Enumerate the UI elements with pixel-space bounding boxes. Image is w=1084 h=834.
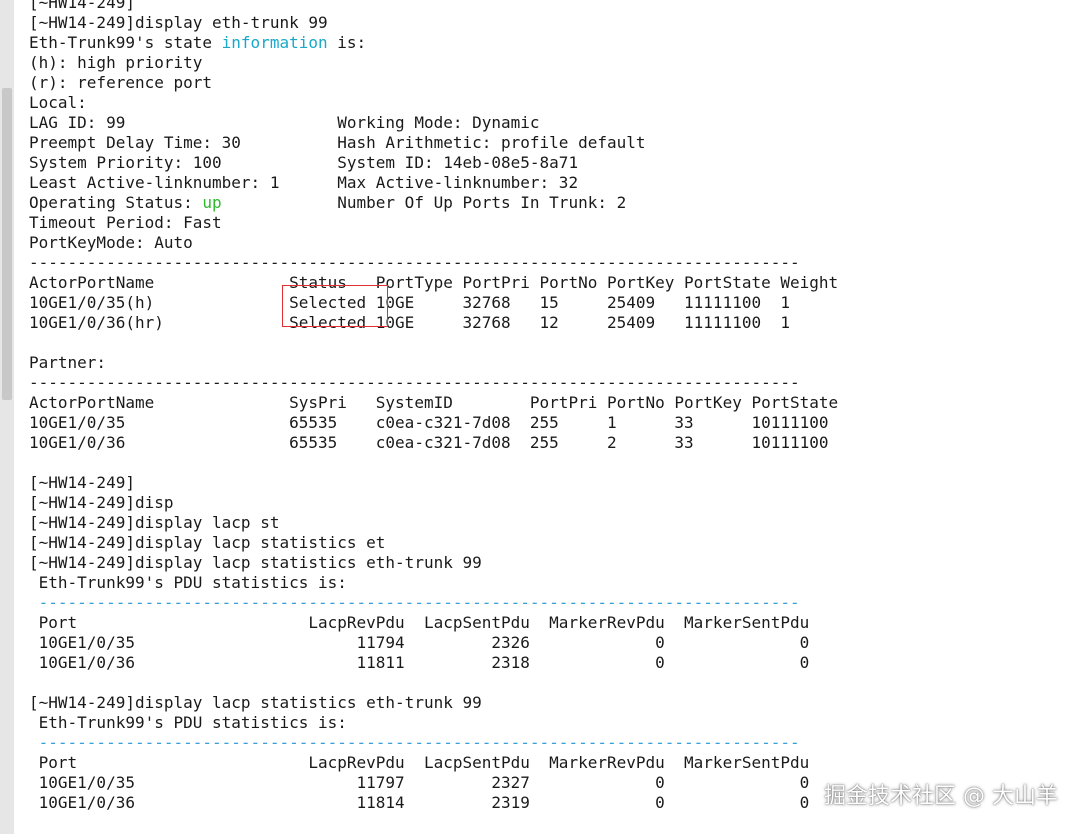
terminal-text: 10GE1/0/36 65535 c0ea-c321-7d08 255 2 33… [29,433,829,452]
terminal-segment: Operating Status: [29,193,203,212]
terminal-line: Timeout Period: Fast [29,213,838,233]
terminal-line: Least Active-linknumber: 1 Max Active-li… [29,173,838,193]
terminal-text: [~HW14-249]display eth-trunk 99 [29,13,328,32]
terminal-line: ----------------------------------------… [29,593,838,613]
terminal-line: 10GE1/0/36 11814 2319 0 0 [29,793,838,813]
terminal-line: Eth-Trunk99's state information is: [29,33,838,53]
terminal-text: 10GE1/0/36(hr) Selected 10GE 32768 12 25… [29,313,790,332]
terminal-line: Operating Status: up Number Of Up Ports … [29,193,838,213]
terminal-text: ----------------------------------------… [29,733,800,752]
terminal-line: Preempt Delay Time: 30 Hash Arithmetic: … [29,133,838,153]
terminal-line: Eth-Trunk99's PDU statistics is: [29,713,838,733]
terminal-line: 10GE1/0/36 65535 c0ea-c321-7d08 255 2 33… [29,433,838,453]
terminal-line: [~HW14-249]display eth-trunk 99 [29,13,838,33]
terminal-text: ActorPortName SysPri SystemID PortPri Po… [29,393,839,412]
terminal-text: Preempt Delay Time: 30 Hash Arithmetic: … [29,133,646,152]
terminal-text: [~HW14-249] [29,0,135,12]
terminal-text: ----------------------------------------… [29,593,800,612]
terminal-line: LAG ID: 99 Working Mode: Dynamic [29,113,838,133]
terminal-text: LAG ID: 99 Working Mode: Dynamic [29,113,540,132]
terminal-text: 10GE1/0/35 65535 c0ea-c321-7d08 255 1 33… [29,413,829,432]
terminal-line: 10GE1/0/35 11797 2327 0 0 [29,773,838,793]
terminal-text: Local: [29,93,87,112]
terminal-text: [~HW14-249]display lacp statistics eth-t… [29,693,482,712]
terminal-text: 10GE1/0/35 11794 2326 0 0 [29,633,810,652]
terminal-line: ----------------------------------------… [29,253,838,273]
terminal-text: (h): high priority [29,53,203,72]
terminal-line: [~HW14-249]display lacp statistics eth-t… [29,553,838,573]
terminal-line: 10GE1/0/36(hr) Selected 10GE 32768 12 25… [29,313,838,333]
terminal-line: (r): reference port [29,73,838,93]
terminal-text: 10GE1/0/36 11811 2318 0 0 [29,653,810,672]
terminal-text: Timeout Period: Fast [29,213,222,232]
terminal-text: System Priority: 100 System ID: 14eb-08e… [29,153,579,172]
terminal-text: Partner: [29,353,107,372]
terminal-text: 10GE1/0/35(h) Selected 10GE 32768 15 254… [29,293,790,312]
terminal-line: [~HW14-249]display lacp st [29,513,838,533]
terminal-text: [~HW14-249] [29,473,135,492]
terminal-line: Port LacpRevPdu LacpSentPdu MarkerRevPdu… [29,613,838,633]
terminal-line: [~HW14-249]display lacp statistics et [29,533,838,553]
terminal-segment: Eth-Trunk99's state [29,33,222,52]
terminal-line: 10GE1/0/35 65535 c0ea-c321-7d08 255 1 33… [29,413,838,433]
terminal-text: ----------------------------------------… [29,253,800,272]
terminal-line: 10GE1/0/36 11811 2318 0 0 [29,653,838,673]
selected-status-highlight [282,285,388,327]
watermark: 掘金技术社区 @ 大山羊 [824,784,1058,809]
terminal-line: Port LacpRevPdu LacpSentPdu MarkerRevPdu… [29,753,838,773]
terminal-line: Local: [29,93,838,113]
scrollbar-thumb[interactable] [2,88,12,400]
terminal-line: ActorPortName SysPri SystemID PortPri Po… [29,393,838,413]
terminal-output[interactable]: [~HW14-249] [~HW14-249]display eth-trunk … [29,0,838,834]
terminal-line: PortKeyMode: Auto [29,233,838,253]
terminal-line: Eth-Trunk99's PDU statistics is: [29,573,838,593]
terminal-segment: information [221,33,328,52]
terminal-text: Eth-Trunk99's PDU statistics is: [29,713,347,732]
terminal-segment: up [202,193,222,212]
terminal-line: System Priority: 100 System ID: 14eb-08e… [29,153,838,173]
terminal-text: Port LacpRevPdu LacpSentPdu MarkerRevPdu… [29,753,810,772]
terminal-text: ActorPortName Status PortType PortPri Po… [29,273,839,292]
terminal-segment: Number Of Up Ports In Trunk: 2 [221,193,627,212]
terminal-segment: is: [327,33,367,52]
terminal-text: Eth-Trunk99's PDU statistics is: [29,573,347,592]
terminal-line: ----------------------------------------… [29,373,838,393]
terminal-text: Port LacpRevPdu LacpSentPdu MarkerRevPdu… [29,613,810,632]
terminal-text: 10GE1/0/35 11797 2327 0 0 [29,773,810,792]
terminal-text: [~HW14-249]display lacp statistics et [29,533,386,552]
terminal-text: ----------------------------------------… [29,373,800,392]
terminal-line: 10GE1/0/35 11794 2326 0 0 [29,633,838,653]
terminal-line: (h): high priority [29,53,838,73]
terminal-text: (r): reference port [29,73,213,92]
terminal-line: Partner: [29,353,838,373]
terminal-text: 10GE1/0/36 11814 2319 0 0 [29,793,810,812]
terminal-line: [~HW14-249] [29,0,838,13]
terminal-text: [~HW14-249]display lacp st [29,513,280,532]
terminal-line: ----------------------------------------… [29,733,838,753]
terminal-line: ActorPortName Status PortType PortPri Po… [29,273,838,293]
terminal-text: [~HW14-249]display lacp statistics eth-t… [29,553,482,572]
terminal-line: 10GE1/0/35(h) Selected 10GE 32768 15 254… [29,293,838,313]
left-scrollbar[interactable] [0,0,14,834]
terminal-text: [~HW14-249]disp [29,493,174,512]
terminal-line: [~HW14-249]display lacp statistics eth-t… [29,693,838,713]
terminal-line: [~HW14-249] [29,473,838,493]
terminal-text: Least Active-linknumber: 1 Max Active-li… [29,173,579,192]
terminal-line: [~HW14-249]disp [29,493,838,513]
terminal-text: PortKeyMode: Auto [29,233,193,252]
